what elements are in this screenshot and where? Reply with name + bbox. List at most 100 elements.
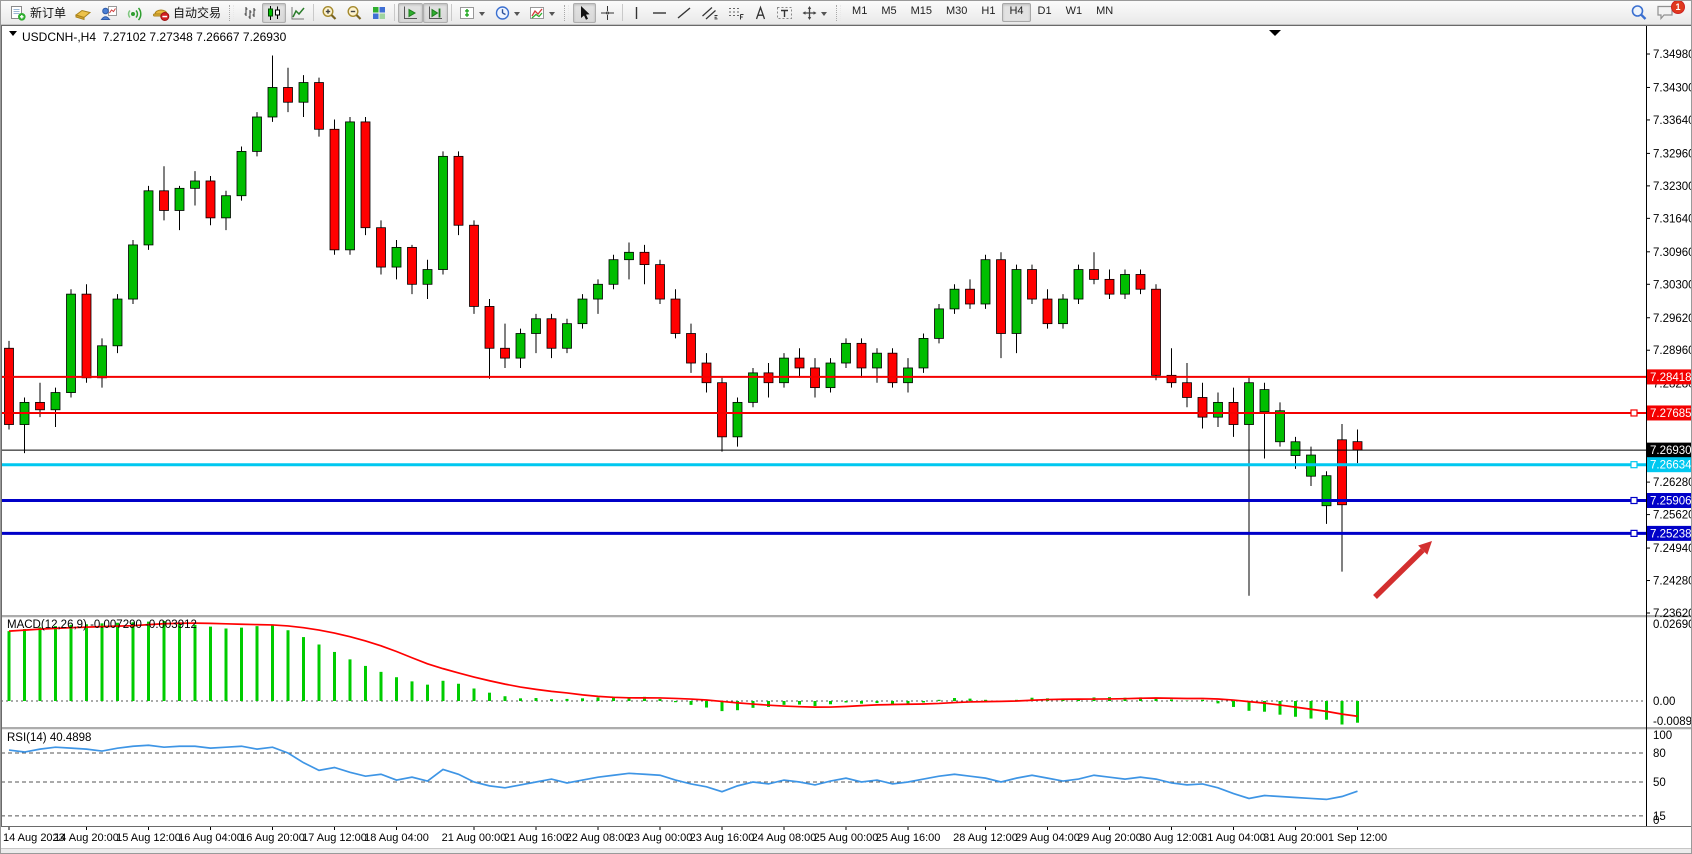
- equidistant-channel-tool-button[interactable]: [697, 3, 723, 23]
- svg-text:18 Aug 04:00: 18 Aug 04:00: [364, 832, 429, 844]
- new-order-button[interactable]: 新订单: [5, 3, 70, 23]
- crosshair-icon: [600, 5, 615, 21]
- market-depth-button[interactable]: [70, 3, 96, 23]
- svg-text:14 Aug 20:00: 14 Aug 20:00: [54, 832, 119, 844]
- timeframe-button-M5[interactable]: M5: [874, 3, 903, 22]
- templates-button[interactable]: [525, 3, 560, 23]
- timeframe-button-H1[interactable]: H1: [974, 3, 1002, 22]
- svg-text:0.00: 0.00: [1653, 696, 1675, 708]
- crosshair-tool-button[interactable]: [596, 3, 619, 23]
- toolbar-separator: [394, 4, 395, 21]
- chart-symbol-period: USDCNH-,H4: [22, 30, 96, 44]
- timeframe-button-M1[interactable]: M1: [845, 3, 874, 22]
- svg-text:28 Aug 12:00: 28 Aug 12:00: [953, 832, 1018, 844]
- dropdown-arrow-icon: [479, 12, 485, 19]
- svg-text:30 Aug 12:00: 30 Aug 12:00: [1139, 832, 1204, 844]
- svg-text:0.026909: 0.026909: [1653, 619, 1692, 631]
- timeframe-button-H4[interactable]: H4: [1002, 3, 1030, 22]
- svg-text:1 Sep 12:00: 1 Sep 12:00: [1328, 832, 1387, 844]
- timeframe-button-W1[interactable]: W1: [1059, 3, 1090, 22]
- arrows-tool-button[interactable]: [797, 3, 832, 23]
- fibonacci-tool-button[interactable]: [723, 3, 749, 23]
- svg-text:50: 50: [1653, 777, 1666, 789]
- zoom-in-icon: [321, 5, 338, 21]
- signals-button[interactable]: [122, 3, 148, 23]
- svg-text:7.29620: 7.29620: [1653, 313, 1692, 325]
- autotrading-button[interactable]: 自动交易: [148, 3, 225, 23]
- horizontal-line-icon: [651, 5, 668, 21]
- svg-text:7.28418: 7.28418: [1650, 372, 1692, 384]
- svg-text:-0.008918: -0.008918: [1653, 716, 1692, 728]
- rsi-panel-label: RSI(14) 40.4898: [7, 732, 91, 744]
- svg-text:31 Aug 20:00: 31 Aug 20:00: [1263, 832, 1328, 844]
- mt-terminal-window: 新订单 自动交易: [0, 0, 1692, 854]
- periods-button[interactable]: [490, 3, 525, 23]
- arrows-icon: [801, 5, 818, 21]
- svg-text:7.28960: 7.28960: [1653, 345, 1692, 357]
- macd-label: MACD(12,26,9): [7, 619, 87, 631]
- toolbar-grip: [564, 5, 569, 21]
- toolbar-separator: [622, 4, 623, 21]
- dropdown-arrow-icon: [514, 12, 520, 19]
- svg-text:25 Aug 00:00: 25 Aug 00:00: [814, 832, 879, 844]
- new-order-icon: [9, 5, 27, 21]
- search-button[interactable]: [1626, 3, 1652, 23]
- candlestick-chart-button[interactable]: [262, 3, 286, 23]
- rsi-label: RSI(14): [7, 732, 47, 744]
- chart-menu-collapse-icon[interactable]: [9, 31, 17, 40]
- svg-text:17 Aug 12:00: 17 Aug 12:00: [302, 832, 367, 844]
- chat-button[interactable]: 1: [1652, 3, 1679, 23]
- broadcast-icon: [126, 5, 144, 21]
- tile-windows-icon: [371, 5, 387, 21]
- macd-signal-value: -0.003912: [145, 619, 197, 631]
- svg-text:15 Aug 12:00: 15 Aug 12:00: [116, 832, 181, 844]
- svg-text:16 Aug 04:00: 16 Aug 04:00: [178, 832, 243, 844]
- svg-text:31 Aug 04:00: 31 Aug 04:00: [1201, 832, 1266, 844]
- svg-text:100: 100: [1653, 730, 1672, 742]
- text-tool-button[interactable]: [749, 3, 772, 23]
- notification-badge: 1: [1671, 0, 1685, 14]
- indicators-button[interactable]: [455, 3, 490, 23]
- dropdown-arrow-icon: [821, 12, 827, 19]
- chart-shift-icon: [427, 5, 444, 21]
- svg-text:7.30960: 7.30960: [1653, 247, 1692, 259]
- trendline-tool-button[interactable]: [672, 3, 697, 23]
- trendline-icon: [676, 5, 693, 21]
- timeframe-button-M30[interactable]: M30: [939, 3, 974, 22]
- terminal-button[interactable]: [96, 3, 122, 23]
- horizontal-line-tool-button[interactable]: [647, 3, 672, 23]
- svg-text:22 Aug 08:00: 22 Aug 08:00: [566, 832, 631, 844]
- line-chart-button[interactable]: [286, 3, 310, 23]
- ohlc-close: 7.26930: [243, 30, 286, 44]
- chart-shift-button[interactable]: [423, 3, 448, 23]
- svg-text:7.34980: 7.34980: [1653, 49, 1692, 61]
- svg-text:80: 80: [1653, 748, 1666, 760]
- timeframe-button-M15[interactable]: M15: [904, 3, 939, 22]
- svg-text:7.32300: 7.32300: [1653, 181, 1692, 193]
- autotrading-label: 自动交易: [173, 4, 221, 21]
- chart-title: USDCNH-,H4 7.27102 7.27348 7.26667 7.269…: [9, 30, 286, 44]
- auto-scroll-button[interactable]: [398, 3, 423, 23]
- svg-text:21 Aug 16:00: 21 Aug 16:00: [504, 832, 569, 844]
- tile-windows-button[interactable]: [367, 3, 391, 23]
- zoom-out-button[interactable]: [342, 3, 367, 23]
- svg-text:29 Aug 04:00: 29 Aug 04:00: [1015, 832, 1080, 844]
- toolbar-separator: [313, 4, 314, 21]
- svg-text:29 Aug 20:00: 29 Aug 20:00: [1077, 832, 1142, 844]
- text-label-tool-button[interactable]: [772, 3, 797, 23]
- price-chart[interactable]: 7.349807.343007.336407.329607.323007.316…: [1, 25, 1692, 848]
- bar-chart-button[interactable]: [238, 3, 262, 23]
- search-icon: [1630, 4, 1648, 21]
- svg-text:7.27685: 7.27685: [1650, 408, 1692, 420]
- new-order-label: 新订单: [30, 4, 66, 21]
- toolbar-grip: [836, 5, 841, 21]
- zoom-in-button[interactable]: [317, 3, 342, 23]
- cursor-tool-button[interactable]: [573, 3, 596, 23]
- vertical-line-tool-button[interactable]: [626, 3, 647, 23]
- timeframe-button-MN[interactable]: MN: [1089, 3, 1120, 22]
- svg-text:7.31640: 7.31640: [1653, 213, 1692, 225]
- fibonacci-icon: [727, 5, 745, 21]
- timeframe-button-D1[interactable]: D1: [1031, 3, 1059, 22]
- rsi-value: 40.4898: [50, 732, 92, 744]
- gold-panel-icon: [74, 5, 92, 21]
